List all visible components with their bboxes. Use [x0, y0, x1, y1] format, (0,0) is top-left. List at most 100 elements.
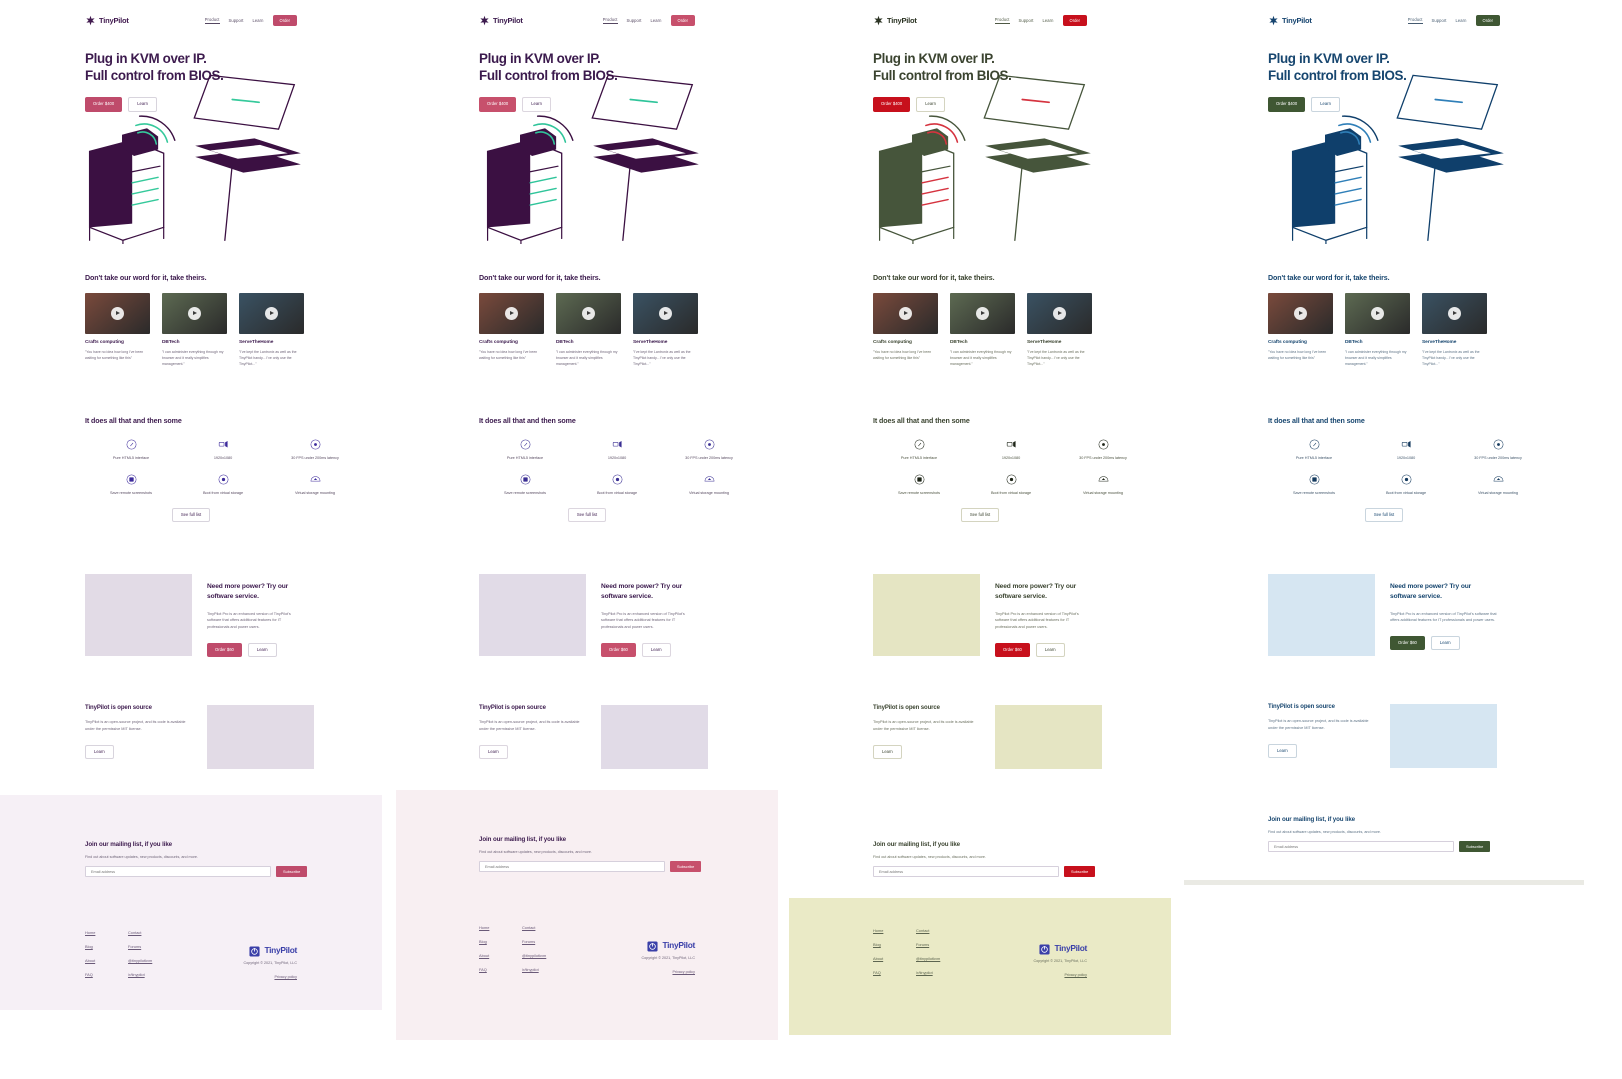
brand-logo[interactable]: TinyPilot — [1268, 15, 1312, 26]
open-source-learn-button[interactable]: Learn — [1268, 743, 1297, 758]
play-icon[interactable] — [111, 307, 124, 320]
nav-link-learn[interactable]: Learn — [253, 18, 264, 23]
play-icon[interactable] — [582, 307, 595, 320]
testimonial-video-thumbnail[interactable] — [633, 293, 698, 334]
subscribe-button[interactable]: Subscribe — [276, 866, 308, 877]
email-input[interactable] — [1268, 841, 1454, 852]
testimonial-video-thumbnail[interactable] — [1422, 293, 1487, 334]
email-input[interactable] — [873, 866, 1059, 877]
nav-link-product[interactable]: Product — [204, 17, 220, 24]
footer-link-blog[interactable]: Blog — [873, 942, 916, 947]
footer-link--r-tinypilot[interactable]: /r/tinypilot — [916, 970, 940, 975]
footer-privacy-link[interactable]: Privacy policy — [274, 975, 297, 979]
footer-link--tinypilotkvm[interactable]: @tinypilotkvm — [916, 956, 940, 961]
subscribe-button[interactable]: Subscribe — [670, 861, 702, 872]
footer-link-about[interactable]: About — [479, 953, 522, 958]
pro-order-button[interactable]: Order $60 — [1390, 636, 1425, 651]
testimonial-video-thumbnail[interactable] — [556, 293, 621, 334]
footer-link-contact[interactable]: Contact — [916, 928, 940, 933]
play-icon[interactable] — [659, 307, 672, 320]
play-icon[interactable] — [505, 307, 518, 320]
open-source-learn-button[interactable]: Learn — [479, 744, 508, 759]
pro-order-button[interactable]: Order $60 — [601, 642, 636, 658]
nav-link-support[interactable]: Support — [627, 18, 642, 23]
nav-link-support[interactable]: Support — [1019, 18, 1034, 23]
nav-link-support[interactable]: Support — [1432, 18, 1447, 23]
footer-privacy-link[interactable]: Privacy policy — [1064, 973, 1087, 977]
subscribe-button[interactable]: Subscribe — [1064, 866, 1096, 877]
footer-link-faq[interactable]: FAQ — [85, 972, 128, 977]
testimonial-video-thumbnail[interactable] — [873, 293, 938, 334]
footer-link-home[interactable]: Home — [85, 930, 128, 935]
nav-order-button[interactable]: Order — [1062, 15, 1087, 26]
footer-privacy-link[interactable]: Privacy policy — [672, 970, 695, 974]
play-icon[interactable] — [1294, 307, 1307, 320]
brand-logo[interactable]: TinyPilot — [85, 15, 129, 26]
footer-link--r-tinypilot[interactable]: /r/tinypilot — [522, 967, 546, 972]
brand-logo[interactable]: TinyPilot — [479, 15, 523, 26]
footer-link-about[interactable]: About — [873, 956, 916, 961]
pro-learn-button[interactable]: Learn — [1430, 636, 1460, 651]
pro-learn-button[interactable]: Learn — [641, 642, 671, 658]
nav-order-button[interactable]: Order — [272, 15, 297, 26]
nav-link-product[interactable]: Product — [1407, 17, 1423, 24]
play-icon[interactable] — [1371, 307, 1384, 320]
subscribe-button[interactable]: Subscribe — [1459, 841, 1491, 852]
play-icon[interactable] — [1448, 307, 1461, 320]
footer-link-contact[interactable]: Contact — [128, 930, 152, 935]
footer-link--tinypilotkvm[interactable]: @tinypilotkvm — [128, 958, 152, 963]
nav-link-learn[interactable]: Learn — [1043, 18, 1054, 23]
testimonial-video-thumbnail[interactable] — [162, 293, 227, 334]
testimonial-video-thumbnail[interactable] — [1345, 293, 1410, 334]
nav-order-button[interactable]: Order — [670, 15, 695, 26]
play-icon[interactable] — [188, 307, 201, 320]
nav-link-product[interactable]: Product — [602, 17, 618, 24]
open-source-learn-button[interactable]: Learn — [85, 744, 114, 759]
footer-link-forums[interactable]: Forums — [916, 942, 940, 947]
testimonial-video-thumbnail[interactable] — [239, 293, 304, 334]
footer-link-forums[interactable]: Forums — [522, 939, 546, 944]
footer-link-blog[interactable]: Blog — [85, 944, 128, 949]
play-icon[interactable] — [899, 307, 912, 320]
nav-link-learn[interactable]: Learn — [1456, 18, 1467, 23]
play-icon[interactable] — [265, 307, 278, 320]
testimonial-video-thumbnail[interactable] — [479, 293, 544, 334]
footer-link-faq[interactable]: FAQ — [479, 967, 522, 972]
footer-link-blog[interactable]: Blog — [479, 939, 522, 944]
testimonial-video-thumbnail[interactable] — [1268, 293, 1333, 334]
testimonial-video-thumbnail[interactable] — [950, 293, 1015, 334]
pro-learn-button[interactable]: Learn — [247, 642, 277, 658]
see-full-list-button[interactable]: See full list — [567, 508, 607, 523]
footer-link--tinypilotkvm[interactable]: @tinypilotkvm — [522, 953, 546, 958]
footer-link--r-tinypilot[interactable]: /r/tinypilot — [128, 972, 152, 977]
testimonial-video-thumbnail[interactable] — [85, 293, 150, 334]
pro-order-button[interactable]: Order $60 — [995, 642, 1030, 658]
disk-icon — [612, 474, 622, 485]
feature-icon-wrap — [611, 438, 624, 451]
email-input[interactable] — [479, 861, 665, 872]
footer-link-contact[interactable]: Contact — [522, 925, 546, 930]
email-input[interactable] — [85, 866, 271, 877]
nav-link-learn[interactable]: Learn — [651, 18, 662, 23]
footer-link-home[interactable]: Home — [873, 928, 916, 933]
pro-order-button[interactable]: Order $60 — [207, 642, 242, 658]
play-icon[interactable] — [976, 307, 989, 320]
see-full-list-button[interactable]: See full list — [171, 508, 211, 523]
footer-link-faq[interactable]: FAQ — [873, 970, 916, 975]
nav-order-button[interactable]: Order — [1475, 15, 1500, 26]
open-source-learn-button[interactable]: Learn — [873, 744, 902, 759]
pro-learn-button[interactable]: Learn — [1035, 642, 1065, 658]
nav-link-support[interactable]: Support — [229, 18, 244, 23]
play-icon[interactable] — [1053, 307, 1066, 320]
testimonial-card: DBTech "I can administer everything throu… — [162, 293, 227, 367]
brand-logo[interactable]: TinyPilot — [873, 15, 917, 26]
footer-link-about[interactable]: About — [85, 958, 128, 963]
nav-link-product[interactable]: Product — [994, 17, 1010, 24]
feature-item: 1920x1080 — [177, 438, 269, 460]
testimonial-quote: "I've kept the Lantronix as well as the … — [1027, 350, 1085, 367]
footer-link-forums[interactable]: Forums — [128, 944, 152, 949]
testimonial-video-thumbnail[interactable] — [1027, 293, 1092, 334]
see-full-list-button[interactable]: See full list — [1364, 508, 1404, 523]
see-full-list-button[interactable]: See full list — [960, 508, 1000, 523]
footer-link-home[interactable]: Home — [479, 925, 522, 930]
